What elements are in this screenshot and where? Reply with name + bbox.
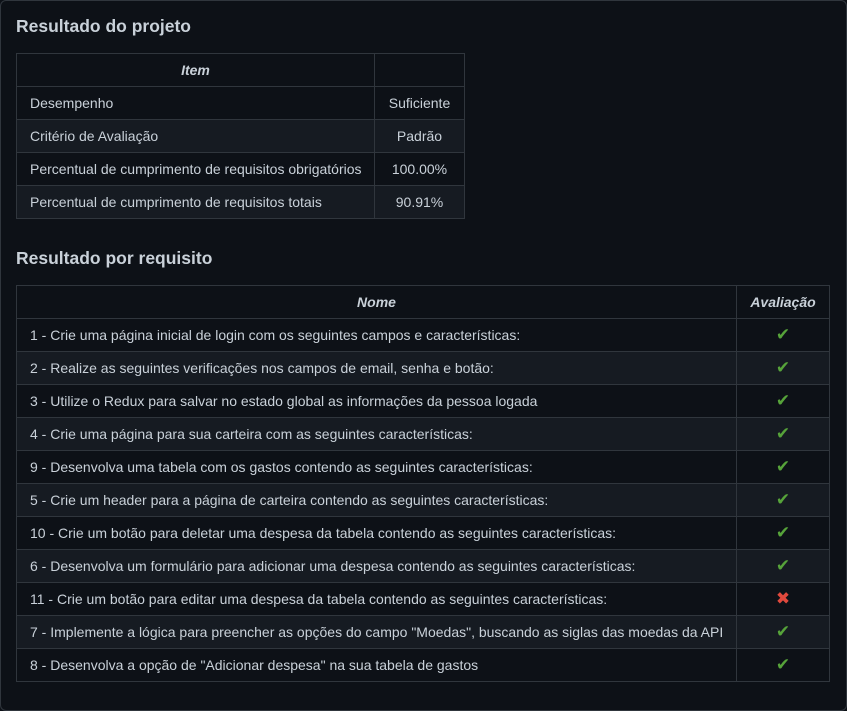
evaluation-cell: ✔ — [736, 384, 830, 418]
item-label: Percentual de cumprimento de requisitos … — [16, 185, 375, 219]
check-mark-icon: ✔ — [775, 324, 791, 345]
check-mark-icon: ✔ — [775, 489, 791, 510]
table-header-row: Nome Avaliação — [16, 285, 830, 319]
item-label: Desempenho — [16, 86, 375, 120]
evaluation-cell: ✔ — [736, 318, 830, 352]
requirement-result-table: Nome Avaliação 1 - Crie uma página inici… — [16, 285, 830, 682]
requirement-name: 3 - Utilize o Redux para salvar no estad… — [16, 384, 737, 418]
evaluation-cell: ✔ — [736, 450, 830, 484]
requirement-name: 2 - Realize as seguintes verificações no… — [16, 351, 737, 385]
evaluation-cell: ✔ — [736, 417, 830, 451]
table-row: Percentual de cumprimento de requisitos … — [16, 152, 465, 186]
table-row: 9 - Desenvolva uma tabela com os gastos … — [16, 450, 830, 484]
evaluation-cell: ✔ — [736, 516, 830, 550]
requirement-name: 4 - Crie uma página para sua carteira co… — [16, 417, 737, 451]
table-row: 8 - Desenvolva a opção de "Adicionar des… — [16, 648, 830, 682]
item-label: Percentual de cumprimento de requisitos … — [16, 152, 375, 186]
check-mark-icon: ✔ — [775, 456, 791, 477]
project-result-title: Resultado do projeto — [16, 16, 191, 36]
evaluation-cell: ✖ — [736, 582, 830, 616]
evaluation-cell: ✔ — [736, 483, 830, 517]
requirement-name: 5 - Crie um header para a página de cart… — [16, 483, 737, 517]
requirement-name: 6 - Desenvolva um formulário para adicio… — [16, 549, 737, 583]
table-row: 5 - Crie um header para a página de cart… — [16, 483, 830, 517]
item-label: Critério de Avaliação — [16, 119, 375, 153]
requirement-name: 8 - Desenvolva a opção de "Adicionar des… — [16, 648, 737, 682]
table-row: 2 - Realize as seguintes verificações no… — [16, 351, 830, 385]
check-mark-icon: ✔ — [775, 654, 791, 675]
check-mark-icon: ✔ — [775, 390, 791, 411]
column-header-item: Item — [16, 53, 375, 87]
table-row: 4 - Crie uma página para sua carteira co… — [16, 417, 830, 451]
check-mark-icon: ✔ — [775, 522, 791, 543]
requirement-name: 9 - Desenvolva uma tabela com os gastos … — [16, 450, 737, 484]
table-row: 7 - Implemente a lógica para preencher a… — [16, 615, 830, 649]
table-row: 1 - Crie uma página inicial de login com… — [16, 318, 830, 352]
check-mark-icon: ✔ — [775, 423, 791, 444]
item-value: Padrão — [374, 119, 465, 153]
evaluation-cell: ✔ — [736, 351, 830, 385]
item-value: Suficiente — [374, 86, 465, 120]
column-header-value — [374, 53, 465, 87]
table-row: Critério de Avaliação Padrão — [16, 119, 465, 153]
check-mark-icon: ✔ — [775, 555, 791, 576]
cross-mark-icon: ✖ — [775, 588, 791, 609]
evaluation-cell: ✔ — [736, 615, 830, 649]
evaluation-cell: ✔ — [736, 549, 830, 583]
project-result-table: Item Desempenho Suficiente Critério de Ava… — [16, 53, 465, 219]
table-row: 6 - Desenvolva um formulário para adicio… — [16, 549, 830, 583]
item-value: 90.91% — [374, 185, 465, 219]
requirement-name: 1 - Crie uma página inicial de login com… — [16, 318, 737, 352]
evaluation-cell: ✔ — [736, 648, 830, 682]
column-header-name: Nome — [16, 285, 737, 319]
requirement-name: 11 - Crie um botão para editar uma despe… — [16, 582, 737, 616]
requirement-name: 10 - Crie um botão para deletar uma desp… — [16, 516, 737, 550]
table-row: 3 - Utilize o Redux para salvar no estad… — [16, 384, 830, 418]
table-row: 10 - Crie um botão para deletar uma desp… — [16, 516, 830, 550]
table-row: Percentual de cumprimento de requisitos … — [16, 185, 465, 219]
requirement-name: 7 - Implemente a lógica para preencher a… — [16, 615, 737, 649]
requirement-result-title: Resultado por requisito — [16, 248, 213, 268]
table-header-row: Item — [16, 53, 465, 87]
table-row: 11 - Crie um botão para editar uma despe… — [16, 582, 830, 616]
item-value: 100.00% — [374, 152, 465, 186]
column-header-evaluation: Avaliação — [736, 285, 830, 319]
check-mark-icon: ✔ — [775, 621, 791, 642]
table-row: Desempenho Suficiente — [16, 86, 465, 120]
check-mark-icon: ✔ — [775, 357, 791, 378]
